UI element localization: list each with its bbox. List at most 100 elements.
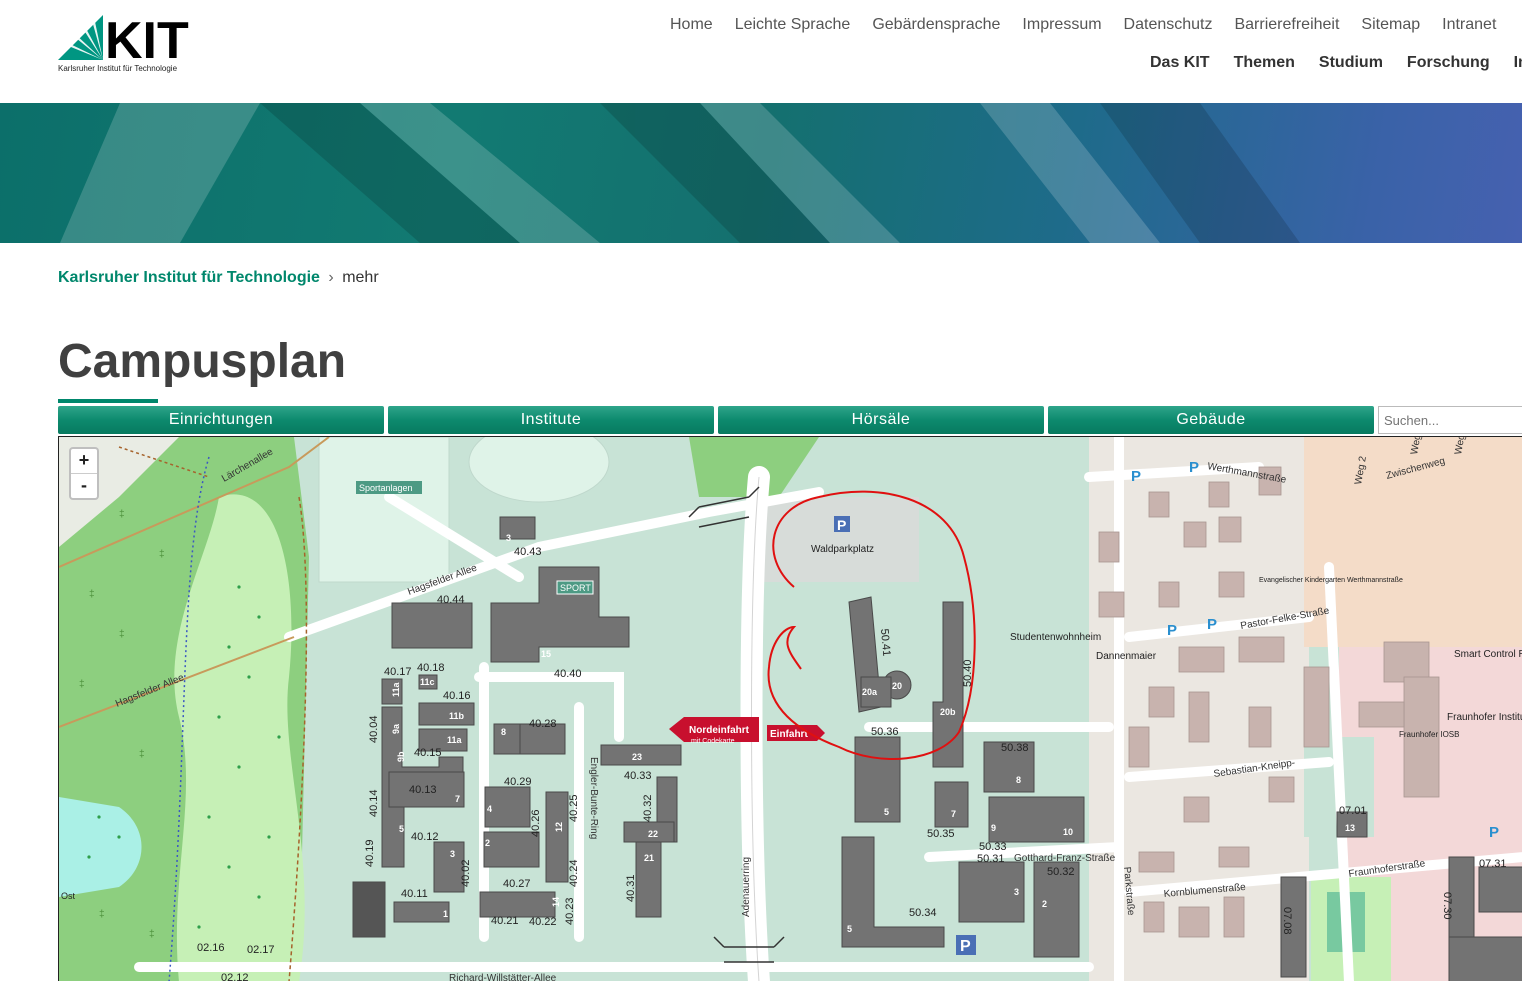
breadcrumb-chevron-icon: › [328, 269, 334, 286]
svg-text:Waldparkplatz: Waldparkplatz [811, 544, 874, 555]
search-input[interactable] [1378, 406, 1522, 434]
svg-text:40.44: 40.44 [437, 594, 465, 606]
svg-text:50.38: 50.38 [1001, 742, 1029, 754]
svg-text:Sportanlagen: Sportanlagen [359, 483, 413, 493]
svg-text:3: 3 [450, 849, 455, 859]
kit-logo[interactable]: KIT Karlsruher Institut für Technologie [58, 12, 198, 74]
svg-text:40.18: 40.18 [417, 662, 445, 674]
zoom-in-button[interactable]: + [71, 449, 97, 474]
svg-text:Richard-Willstätter-Allee: Richard-Willstätter-Allee [449, 973, 557, 981]
nav-intranet[interactable]: Intranet [1442, 16, 1496, 34]
mainnav-themen[interactable]: Themen [1234, 54, 1295, 72]
svg-text:02.17: 02.17 [247, 944, 275, 956]
tab-institute[interactable]: Institute [388, 406, 714, 434]
header-banner [0, 103, 1522, 243]
svg-text:Engler-Bunte-Ring: Engler-Bunte-Ring [588, 757, 599, 839]
svg-text:02.16: 02.16 [197, 942, 225, 954]
nav-home[interactable]: Home [670, 16, 713, 34]
svg-text:‡: ‡ [99, 909, 105, 920]
mainnav-studium[interactable]: Studium [1319, 54, 1383, 72]
svg-text:Smart Control Room: Smart Control Room [1454, 649, 1522, 660]
svg-text:40.23: 40.23 [564, 897, 576, 925]
svg-text:8: 8 [1016, 775, 1021, 785]
svg-text:3: 3 [506, 533, 511, 543]
svg-text:50.35: 50.35 [927, 828, 955, 840]
svg-text:40.17: 40.17 [384, 666, 412, 678]
tab-hoersaele[interactable]: Hörsäle [718, 406, 1044, 434]
svg-text:11c: 11c [420, 677, 435, 687]
svg-text:Dannenmaier: Dannenmaier [1096, 651, 1157, 662]
svg-text:20: 20 [892, 681, 902, 691]
svg-text:Einfahrt: Einfahrt [770, 729, 808, 740]
svg-text:Adenauerring: Adenauerring [741, 857, 752, 917]
svg-text:40.13: 40.13 [409, 784, 437, 796]
nav-barrierefreiheit[interactable]: Barrierefreiheit [1234, 16, 1339, 34]
svg-text:11a: 11a [447, 735, 463, 745]
kit-logo-icon: KIT [58, 12, 189, 70]
svg-text:40.12: 40.12 [411, 831, 439, 843]
svg-text:40.29: 40.29 [504, 776, 532, 788]
banner-pattern [60, 103, 1300, 243]
svg-text:40.43: 40.43 [514, 546, 542, 558]
nav-gebaerdensprache[interactable]: Gebärdensprache [872, 16, 1000, 34]
mainnav-innovation[interactable]: Inn [1514, 54, 1522, 72]
svg-text:40.11: 40.11 [401, 888, 428, 900]
nav-impressum[interactable]: Impressum [1022, 16, 1101, 34]
svg-text:07.31: 07.31 [1479, 858, 1507, 870]
campus-map[interactable]: + - ‡ ‡ ‡ ‡ ‡ ‡ ‡ ‡ P P P P P P P Nordei… [58, 436, 1522, 981]
svg-text:Ost: Ost [61, 891, 76, 901]
svg-text:Fraunhofer Institut für Optron: Fraunhofer Institut für Optronik, System… [1447, 712, 1522, 723]
svg-text:5: 5 [399, 824, 404, 834]
sport-field [318, 437, 450, 583]
svg-text:5: 5 [884, 807, 889, 817]
svg-text:Gotthard-Franz-Straße: Gotthard-Franz-Straße [1014, 853, 1116, 864]
svg-text:Fraunhofer IOSB: Fraunhofer IOSB [1399, 730, 1459, 739]
mainnav-forschung[interactable]: Forschung [1407, 54, 1490, 72]
svg-text:3: 3 [1014, 887, 1019, 897]
svg-text:02.12: 02.12 [221, 972, 249, 981]
nav-leichte-sprache[interactable]: Leichte Sprache [735, 16, 851, 34]
svg-text:9: 9 [991, 823, 996, 833]
mainnav-das-kit[interactable]: Das KIT [1150, 54, 1210, 72]
main-navigation: Das KIT Themen Studium Forschung Inn [1150, 54, 1522, 72]
tab-einrichtungen[interactable]: Einrichtungen [58, 406, 384, 434]
svg-text:12: 12 [554, 822, 564, 832]
svg-text:SPORT: SPORT [560, 583, 591, 593]
svg-text:P: P [1489, 824, 1499, 841]
svg-text:23: 23 [632, 752, 642, 762]
top-navigation: Home Leichte Sprache Gebärdensprache Imp… [670, 16, 1518, 34]
svg-text:P: P [1167, 622, 1177, 639]
svg-text:40.24: 40.24 [568, 859, 580, 887]
svg-text:P: P [1207, 616, 1217, 633]
svg-text:50.34: 50.34 [909, 907, 937, 919]
svg-text:15: 15 [541, 649, 551, 659]
breadcrumb: Karlsruher Institut für Technologie › me… [58, 269, 379, 287]
svg-text:50.41: 50.41 [878, 628, 892, 656]
svg-text:40.16: 40.16 [443, 690, 471, 702]
svg-text:40.04: 40.04 [368, 715, 380, 743]
svg-text:50.33: 50.33 [979, 841, 1007, 853]
zoom-control: + - [69, 447, 99, 500]
svg-text:40.22: 40.22 [529, 916, 557, 928]
svg-text:7: 7 [951, 809, 956, 819]
svg-text:40.31: 40.31 [625, 874, 637, 902]
svg-text:40.26: 40.26 [530, 809, 542, 837]
zoom-out-button[interactable]: - [71, 474, 97, 498]
svg-text:‡: ‡ [159, 549, 165, 560]
svg-text:Nordeinfahrt: Nordeinfahrt [689, 725, 750, 736]
svg-text:21: 21 [644, 853, 654, 863]
breadcrumb-current: mehr [342, 269, 379, 286]
svg-text:07.30: 07.30 [1441, 892, 1453, 920]
svg-text:P: P [1131, 468, 1141, 485]
svg-text:mit Codekarte: mit Codekarte [691, 738, 735, 745]
map-canvas: ‡‡‡‡ ‡‡‡‡ P P PPP PP Nordeinfahrt mit Co… [59, 437, 1522, 981]
logo-subtitle: Karlsruher Institut für Technologie [58, 64, 178, 73]
tab-gebaeude[interactable]: Gebäude [1048, 406, 1374, 434]
svg-text:50.36: 50.36 [871, 726, 899, 738]
nav-sitemap[interactable]: Sitemap [1361, 16, 1420, 34]
parking-lot [759, 497, 929, 582]
nav-datenschutz[interactable]: Datenschutz [1124, 16, 1213, 34]
svg-text:‡: ‡ [119, 629, 125, 640]
svg-text:40.28: 40.28 [529, 718, 557, 730]
breadcrumb-home-link[interactable]: Karlsruher Institut für Technologie [58, 269, 320, 286]
